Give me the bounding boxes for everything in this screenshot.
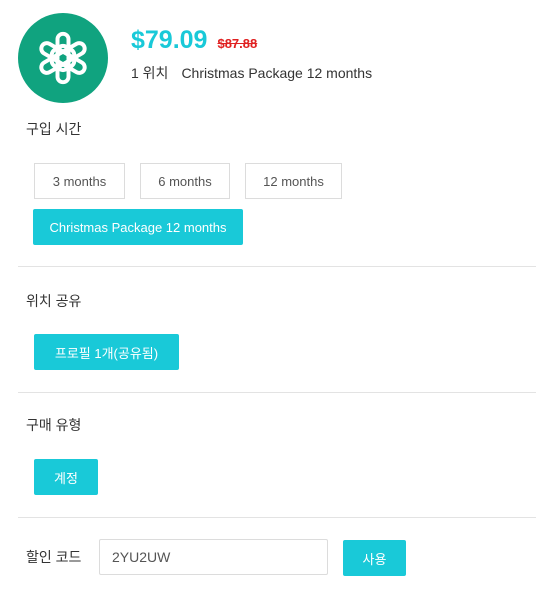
sharing-option-shared-profile[interactable]: 프로필 1개(공유됨): [34, 334, 179, 370]
duration-option-6-months[interactable]: 6 months: [140, 163, 230, 199]
purchase-type-section-label: 구매 유형: [26, 417, 82, 433]
sharing-section-label: 위치 공유: [26, 293, 82, 309]
order-summary: 1 위치 Christmas Package 12 months: [131, 63, 372, 83]
section-divider: [18, 392, 536, 393]
coupon-code-input[interactable]: [99, 539, 328, 575]
original-price: $87.88: [217, 36, 258, 51]
section-divider: [18, 517, 536, 518]
price-row: $79.09 $87.88: [131, 26, 257, 55]
section-divider: [18, 266, 536, 267]
current-price: $79.09: [131, 26, 208, 54]
duration-section-label: 구입 시간: [26, 121, 82, 137]
duration-option-3-months[interactable]: 3 months: [34, 163, 125, 199]
quantity-label: 1 위치: [131, 65, 169, 81]
product-header: $79.09 $87.88 1 위치 Christmas Package 12 m…: [18, 13, 528, 105]
purchase-type-option-account[interactable]: 계정: [34, 459, 98, 495]
openai-logo-icon: [18, 13, 108, 103]
apply-coupon-button[interactable]: 사용: [343, 540, 406, 576]
coupon-label: 할인 코드: [26, 549, 82, 565]
selected-package-name: Christmas Package 12 months: [181, 65, 373, 81]
duration-option-12-months[interactable]: 12 months: [245, 163, 342, 199]
duration-option-christmas-package[interactable]: Christmas Package 12 months: [33, 209, 243, 245]
